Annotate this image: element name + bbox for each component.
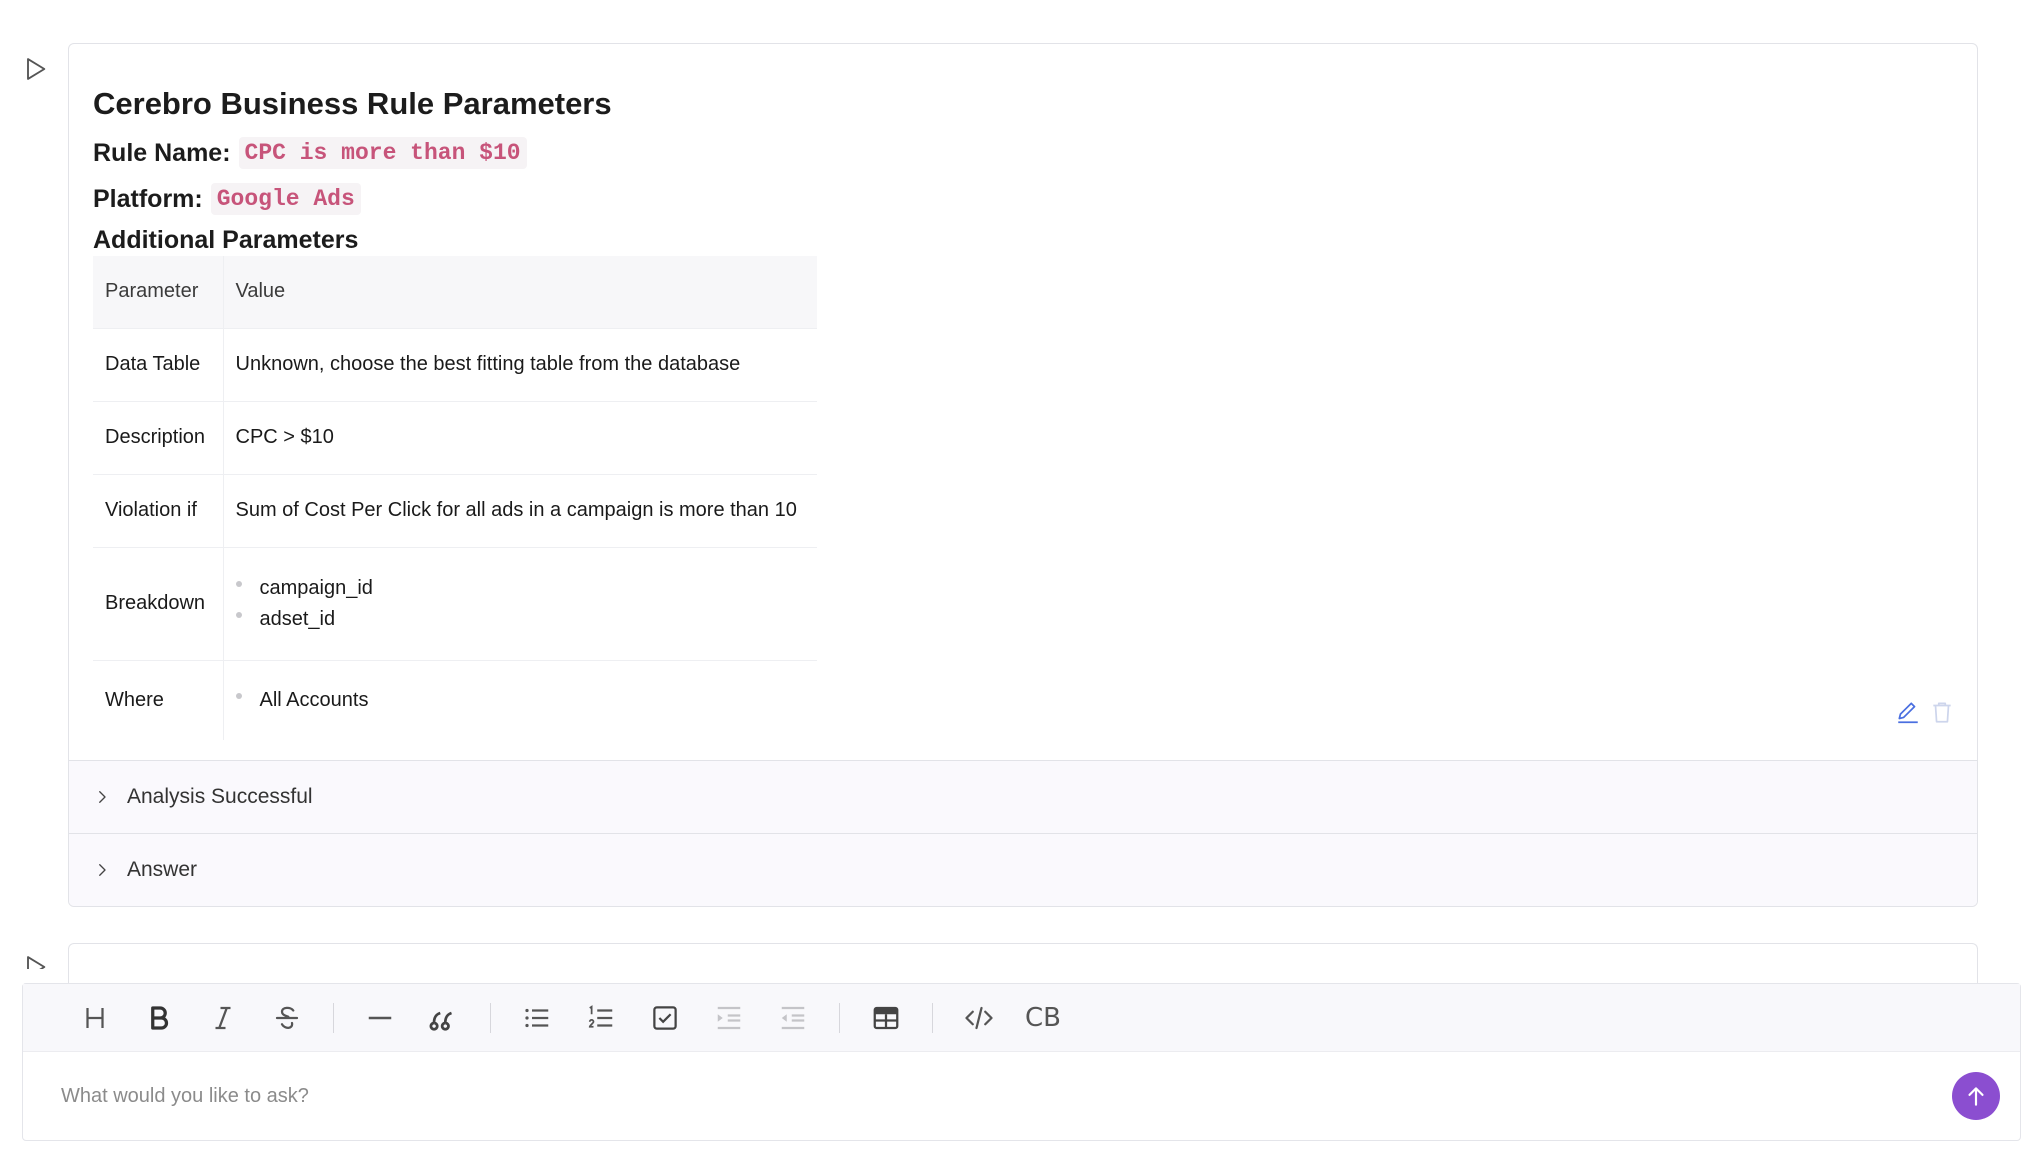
edit-icon — [1898, 702, 1918, 724]
param-cell: Breakdown — [93, 547, 224, 661]
table-header-row: Parameter Value — [93, 256, 817, 329]
list-item: campaign_id — [235, 573, 806, 604]
section-analysis-successful[interactable]: Analysis Successful — [69, 760, 1977, 833]
toolbar-divider — [839, 1002, 840, 1033]
italic-icon — [215, 1006, 231, 1029]
horizontal-rule-icon — [368, 1016, 392, 1019]
value-cell: Unknown, choose the best fitting table f… — [223, 328, 817, 402]
toolbar-divider — [932, 1002, 933, 1033]
parameters-table: Parameter Value Data Table Unknown, choo… — [93, 256, 817, 740]
run-button[interactable] — [20, 54, 50, 84]
rule-name-value: CPC is more than $10 — [238, 137, 527, 169]
platform-line: Platform: Google Ads — [93, 176, 1977, 222]
heading-button[interactable] — [75, 998, 115, 1038]
section-label: Analysis Successful — [127, 785, 313, 808]
value-cell: campaign_id adset_id — [223, 547, 817, 661]
input-row — [23, 1052, 2020, 1140]
horizontal-rule-button[interactable] — [360, 998, 400, 1038]
where-list: All Accounts — [235, 685, 806, 716]
value-cell: Sum of Cost Per Click for all ads in a c… — [223, 474, 817, 548]
table-row: Breakdown campaign_id adset_id — [93, 547, 817, 661]
card-actions — [1895, 699, 1955, 730]
rule-name-line: Rule Name: CPC is more than $10 — [93, 130, 1977, 176]
ordered-list-button[interactable] — [581, 998, 621, 1038]
play-icon — [27, 58, 46, 80]
table-button[interactable] — [866, 998, 906, 1038]
rule-card-body: Cerebro Business Rule Parameters Rule Na… — [69, 44, 1977, 760]
strikethrough-icon — [275, 1006, 299, 1029]
breakdown-list: campaign_id adset_id — [235, 573, 806, 635]
value-cell: CPC > $10 — [223, 401, 817, 475]
send-button[interactable] — [1952, 1072, 2000, 1120]
toolbar-divider — [333, 1002, 334, 1033]
toolbar-divider — [490, 1002, 491, 1033]
chevron-right-icon — [93, 860, 113, 880]
table-row: Where All Accounts — [93, 660, 817, 740]
table-icon — [873, 1006, 899, 1029]
rule-name-label: Rule Name: — [93, 138, 231, 167]
run-button[interactable] — [20, 953, 50, 969]
bold-button[interactable] — [139, 998, 179, 1038]
list-item: All Accounts — [235, 685, 806, 716]
chat-page: Cerebro Business Rule Parameters Rule Na… — [0, 0, 2026, 1150]
ordered-list-icon — [588, 1004, 613, 1028]
value-cell: All Accounts — [223, 660, 817, 740]
delete-button[interactable] — [1929, 699, 1955, 730]
message-composer: CB — [22, 983, 2021, 1141]
ask-input[interactable] — [61, 1084, 1861, 1108]
play-icon — [27, 956, 46, 969]
table-header-value: Value — [223, 256, 817, 329]
section-answer[interactable]: Answer — [69, 833, 1977, 906]
param-cell: Violation if — [93, 474, 224, 548]
quote-button[interactable] — [424, 998, 464, 1038]
table-row: Violation if Sum of Cost Per Click for a… — [93, 474, 817, 548]
bullet-list-button[interactable] — [517, 998, 557, 1038]
arrow-up-icon — [1968, 1087, 1984, 1106]
code-icon — [965, 1006, 993, 1029]
strikethrough-button[interactable] — [267, 998, 307, 1038]
param-cell: Description — [93, 401, 224, 475]
rule-card: Cerebro Business Rule Parameters Rule Na… — [68, 43, 1978, 907]
indent-button[interactable] — [709, 998, 749, 1038]
editor-toolbar: CB — [23, 984, 2020, 1052]
italic-button[interactable] — [203, 998, 243, 1038]
trash-icon — [1933, 702, 1951, 723]
code-block-label: CB — [1025, 1002, 1061, 1033]
section-label: Answer — [127, 858, 198, 881]
edit-button[interactable] — [1895, 699, 1921, 730]
table-row: Description CPC > $10 — [93, 401, 817, 475]
card-title: Cerebro Business Rule Parameters — [93, 86, 612, 121]
task-list-button[interactable] — [645, 998, 685, 1038]
platform-value: Google Ads — [210, 183, 361, 215]
indent-icon — [717, 1006, 741, 1029]
platform-label: Platform: — [93, 184, 203, 213]
outdent-button[interactable] — [773, 998, 813, 1038]
param-cell: Where — [93, 660, 224, 740]
bullet-list-icon — [525, 1008, 549, 1027]
code-block-button[interactable]: CB — [1023, 998, 1063, 1038]
code-button[interactable] — [959, 998, 999, 1038]
table-row: Data Table Unknown, choose the best fitt… — [93, 328, 817, 402]
quote-icon — [429, 1011, 452, 1031]
list-item: adset_id — [235, 604, 806, 635]
task-list-icon — [653, 1005, 677, 1030]
bold-icon — [151, 1005, 169, 1030]
outdent-icon — [781, 1006, 805, 1029]
chevron-right-icon — [93, 787, 113, 807]
table-header-parameter: Parameter — [93, 256, 224, 329]
param-cell: Data Table — [93, 328, 224, 402]
additional-parameters-heading: Additional Parameters — [93, 226, 359, 254]
heading-icon — [86, 1007, 104, 1028]
